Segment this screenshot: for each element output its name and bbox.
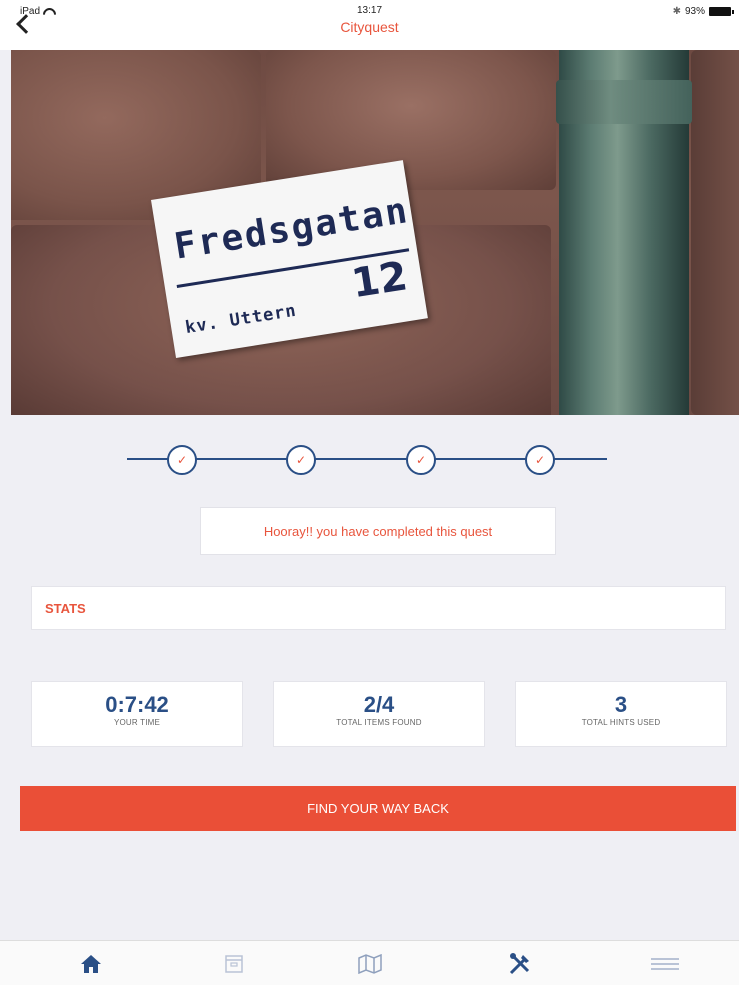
stone-block [691, 50, 739, 415]
tools-icon [509, 953, 530, 975]
home-icon [81, 955, 101, 973]
status-bar-right: ✱ 93% [672, 6, 734, 17]
map-icon [358, 954, 382, 974]
drain-pipe-band [556, 80, 692, 124]
bluetooth-icon: ✱ [672, 6, 681, 17]
top-bar: iPad 13:17 Cityquest ✱ 93% [0, 0, 739, 50]
page-title: Cityquest [340, 19, 399, 35]
tab-map[interactable] [350, 949, 390, 979]
stat-card-hints: 3 TOTAL HINTS USED [515, 681, 727, 747]
progress-step-3: ✓ [406, 445, 436, 475]
status-time: 13:17 [356, 5, 383, 16]
stat-value: 2/4 [363, 692, 395, 717]
progress-step-1: ✓ [167, 445, 197, 475]
stat-label: TOTAL HINTS USED [581, 718, 661, 727]
sign-house-number: 12 [348, 253, 411, 308]
tab-menu[interactable] [645, 949, 685, 979]
battery-icon [709, 7, 734, 16]
quest-photo: Fredsgatan 12 kv. Uttern [11, 50, 739, 415]
quest-progress: ✓ ✓ ✓ ✓ [127, 442, 607, 476]
battery-percent: 93% [684, 6, 705, 17]
completion-message: Hooray!! you have completed this quest [200, 507, 556, 555]
stats-heading: STATS [31, 586, 726, 630]
stat-value: 0:7:42 [105, 692, 169, 717]
menu-icon [651, 958, 679, 970]
sign-block-name: kv. Uttern [183, 300, 299, 339]
find-your-way-back-button[interactable]: FIND YOUR WAY BACK [20, 786, 736, 831]
progress-step-2: ✓ [286, 445, 316, 475]
tab-archive[interactable] [214, 949, 254, 979]
archive-icon [225, 955, 243, 973]
stat-value: 3 [614, 692, 628, 717]
tab-tools[interactable] [500, 949, 540, 979]
progress-step-4: ✓ [525, 445, 555, 475]
stone-block [266, 50, 556, 190]
stat-label: YOUR TIME [113, 718, 161, 727]
tab-bar [0, 940, 739, 985]
tab-home[interactable] [71, 949, 111, 979]
stat-card-items: 2/4 TOTAL ITEMS FOUND [273, 681, 485, 747]
stat-card-time: 0:7:42 YOUR TIME [31, 681, 243, 747]
stat-label: TOTAL ITEMS FOUND [336, 718, 422, 727]
